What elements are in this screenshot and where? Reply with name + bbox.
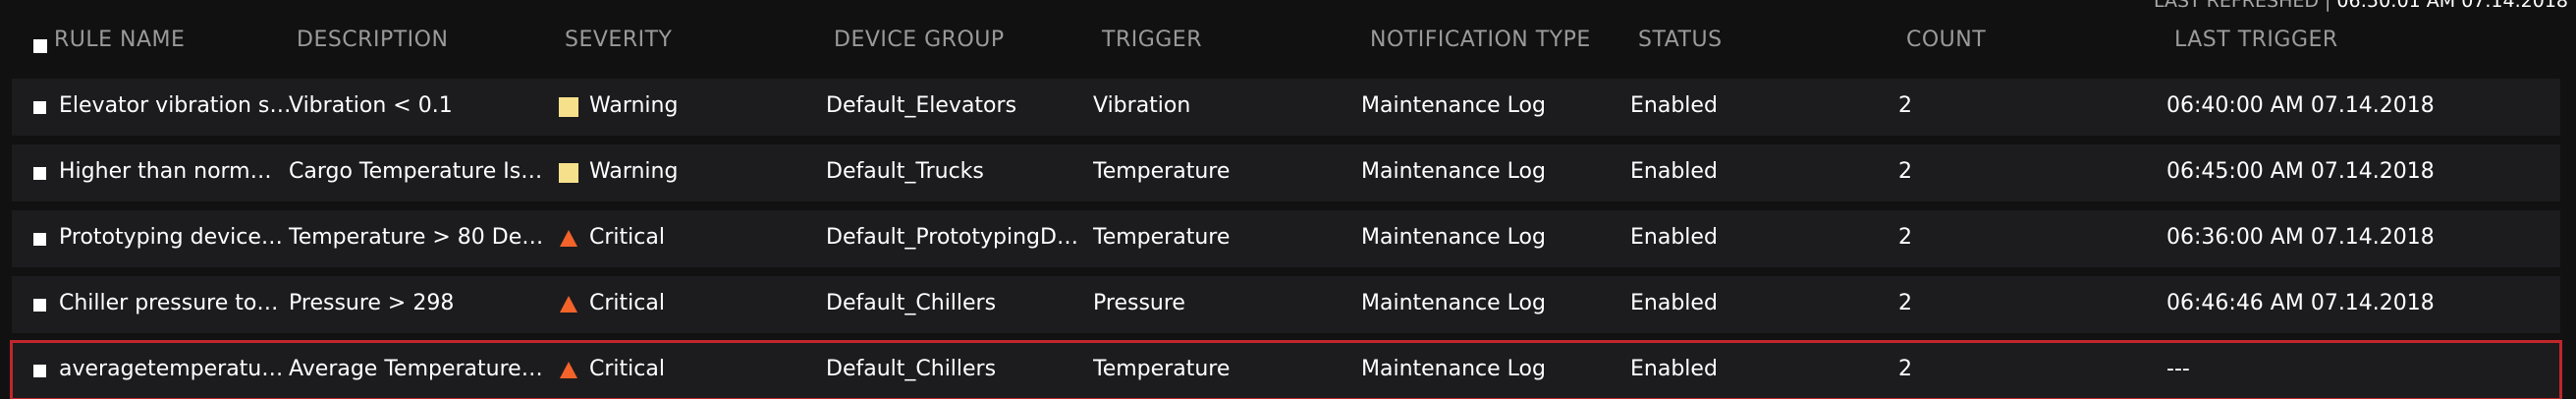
row-checkbox[interactable]: [33, 365, 46, 377]
column-header-count[interactable]: COUNT: [1906, 28, 1986, 52]
count: 2: [1898, 93, 1912, 118]
severity: Critical: [589, 357, 665, 381]
device-group: Default_PrototypingDevi...: [826, 225, 1086, 250]
rule-name: averagetemperaturea...: [59, 357, 285, 381]
last-refreshed-label: LAST REFRESHED: [2153, 0, 2319, 12]
notification-type: Maintenance Log: [1361, 159, 1546, 184]
description: Vibration < 0.1: [289, 93, 453, 118]
last-trigger: 06:36:00 AM 07.14.2018: [2166, 225, 2435, 250]
table-header: RULE NAME DESCRIPTION SEVERITY DEVICE GR…: [0, 28, 2576, 67]
severity: Critical: [589, 291, 665, 315]
column-header-trigger[interactable]: TRIGGER: [1102, 28, 1202, 52]
last-refreshed-value: 06:50:01 AM 07.14.2018: [2336, 0, 2568, 12]
column-header-last-trigger[interactable]: LAST TRIGGER: [2174, 28, 2338, 52]
critical-triangle-icon: [560, 296, 577, 313]
rule-name: Prototyping device te...: [59, 225, 285, 250]
critical-triangle-icon: [560, 230, 577, 247]
device-group: Default_Chillers: [826, 291, 997, 315]
notification-type: Maintenance Log: [1361, 93, 1546, 118]
column-header-description[interactable]: DESCRIPTION: [297, 28, 448, 52]
notification-type: Maintenance Log: [1361, 357, 1546, 381]
severity: Warning: [589, 93, 679, 118]
device-group: Default_Elevators: [826, 93, 1017, 118]
trigger: Pressure: [1093, 291, 1185, 315]
count: 2: [1898, 291, 1912, 315]
trigger: Temperature: [1093, 159, 1231, 184]
last-trigger: ---: [2166, 357, 2190, 381]
column-header-severity[interactable]: SEVERITY: [565, 28, 672, 52]
row-checkbox[interactable]: [33, 299, 46, 312]
column-header-rule-name[interactable]: RULE NAME: [54, 28, 185, 52]
description: Average Temperature Al...: [289, 357, 549, 381]
notification-type: Maintenance Log: [1361, 225, 1546, 250]
count: 2: [1898, 357, 1912, 381]
count: 2: [1898, 159, 1912, 184]
status: Enabled: [1630, 159, 1718, 184]
last-trigger: 06:40:00 AM 07.14.2018: [2166, 93, 2435, 118]
select-all-checkbox[interactable]: [33, 39, 47, 53]
description: Pressure > 298: [289, 291, 455, 315]
rule-name: Chiller pressure too h...: [59, 291, 285, 315]
last-refreshed-separator: |: [2325, 0, 2331, 12]
status: Enabled: [1630, 357, 1718, 381]
column-header-notification-type[interactable]: NOTIFICATION TYPE: [1370, 28, 1591, 52]
description: Temperature > 80 Degrees: [289, 225, 554, 250]
status: Enabled: [1630, 291, 1718, 315]
table-row-selected[interactable]: averagetemperaturea... Average Temperatu…: [10, 340, 2562, 399]
row-checkbox[interactable]: [33, 233, 46, 246]
table-row[interactable]: Elevator vibration sto... Vibration < 0.…: [12, 79, 2560, 136]
severity: Warning: [589, 159, 679, 184]
device-group: Default_Trucks: [826, 159, 984, 184]
trigger: Temperature: [1093, 357, 1231, 381]
status: Enabled: [1630, 93, 1718, 118]
trigger: Vibration: [1093, 93, 1191, 118]
severity: Critical: [589, 225, 665, 250]
column-header-status[interactable]: STATUS: [1638, 28, 1723, 52]
rule-name: Elevator vibration sto...: [59, 93, 295, 118]
rule-name: Higher than normal c...: [59, 159, 280, 184]
column-header-device-group[interactable]: DEVICE GROUP: [834, 28, 1005, 52]
warning-square-icon: [559, 97, 578, 117]
device-group: Default_Chillers: [826, 357, 997, 381]
table-row[interactable]: Chiller pressure too h... Pressure > 298…: [12, 276, 2560, 333]
description: Cargo Temperature Is >...: [289, 159, 549, 184]
notification-type: Maintenance Log: [1361, 291, 1546, 315]
table-row[interactable]: Higher than normal c... Cargo Temperatur…: [12, 144, 2560, 201]
trigger: Temperature: [1093, 225, 1231, 250]
last-trigger: 06:46:46 AM 07.14.2018: [2166, 291, 2435, 315]
table-row[interactable]: Prototyping device te... Temperature > 8…: [12, 210, 2560, 267]
last-refreshed: LAST REFRESHED | 06:50:01 AM 07.14.2018: [2154, 0, 2568, 12]
row-checkbox[interactable]: [33, 101, 46, 114]
critical-triangle-icon: [560, 362, 577, 378]
last-trigger: 06:45:00 AM 07.14.2018: [2166, 159, 2435, 184]
count: 2: [1898, 225, 1912, 250]
row-checkbox[interactable]: [33, 167, 46, 180]
warning-square-icon: [559, 163, 578, 183]
status: Enabled: [1630, 225, 1718, 250]
